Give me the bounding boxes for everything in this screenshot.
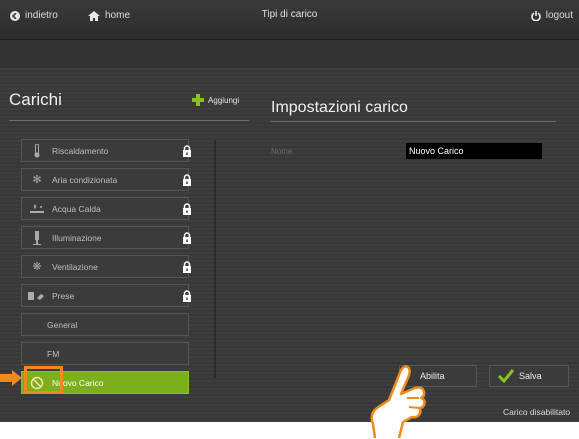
list-item[interactable]: Acqua Calda xyxy=(21,197,191,220)
pointer-arrow-icon xyxy=(0,370,22,386)
list-item[interactable]: General xyxy=(21,313,189,336)
top-bar: indietro home Tipi di carico logout xyxy=(0,0,579,40)
screen-title: Tipi di carico xyxy=(261,9,318,20)
settings-title: Impostazioni carico xyxy=(271,99,408,116)
lock-icon xyxy=(183,232,191,244)
fan-icon: ❋ xyxy=(32,261,42,273)
logout-label: logout xyxy=(545,10,573,21)
name-label: Nome xyxy=(271,147,293,156)
thermometer-icon xyxy=(22,143,52,158)
power-icon xyxy=(531,10,541,21)
app-screen: indietro home Tipi di carico logout Cari… xyxy=(0,0,579,422)
add-label: Aggiungi xyxy=(208,95,240,105)
plus-icon xyxy=(192,94,204,106)
highlight-box xyxy=(24,366,63,394)
logout-button[interactable]: logout xyxy=(531,10,573,21)
snowflake-icon: ✻ xyxy=(32,174,42,186)
list-item[interactable]: Riscaldamento xyxy=(21,139,191,162)
divider xyxy=(270,121,556,122)
loads-list: Riscaldamento ✻ Aria condizionata Acqua … xyxy=(21,139,191,400)
sub-header-band xyxy=(0,40,579,68)
plug-icon xyxy=(22,291,52,301)
divider xyxy=(9,120,249,121)
lock-icon xyxy=(183,290,191,302)
lock-icon xyxy=(183,145,191,157)
lock-icon xyxy=(183,203,191,215)
status-text: Carico disabilitato xyxy=(503,407,571,417)
name-field[interactable] xyxy=(406,143,542,159)
list-scrollbar[interactable] xyxy=(214,140,216,378)
list-item[interactable]: ✻ Aria condizionata xyxy=(21,168,191,191)
list-item[interactable]: ❋ Ventilazione xyxy=(21,255,191,278)
lock-icon xyxy=(183,261,191,273)
lock-icon xyxy=(183,174,191,186)
water-heater-icon xyxy=(22,203,52,215)
save-button[interactable]: Salva xyxy=(489,365,569,387)
add-load-button[interactable]: Aggiungi xyxy=(192,94,239,106)
tap-hand-icon xyxy=(370,365,426,439)
checkmark-icon xyxy=(498,369,514,383)
lamp-icon xyxy=(22,230,52,245)
list-item[interactable]: Prese xyxy=(21,284,191,307)
list-item[interactable]: Illuminazione xyxy=(21,226,191,249)
loads-title: Carichi xyxy=(9,90,62,109)
list-item[interactable]: FM xyxy=(21,342,189,365)
save-label: Salva xyxy=(519,371,542,381)
